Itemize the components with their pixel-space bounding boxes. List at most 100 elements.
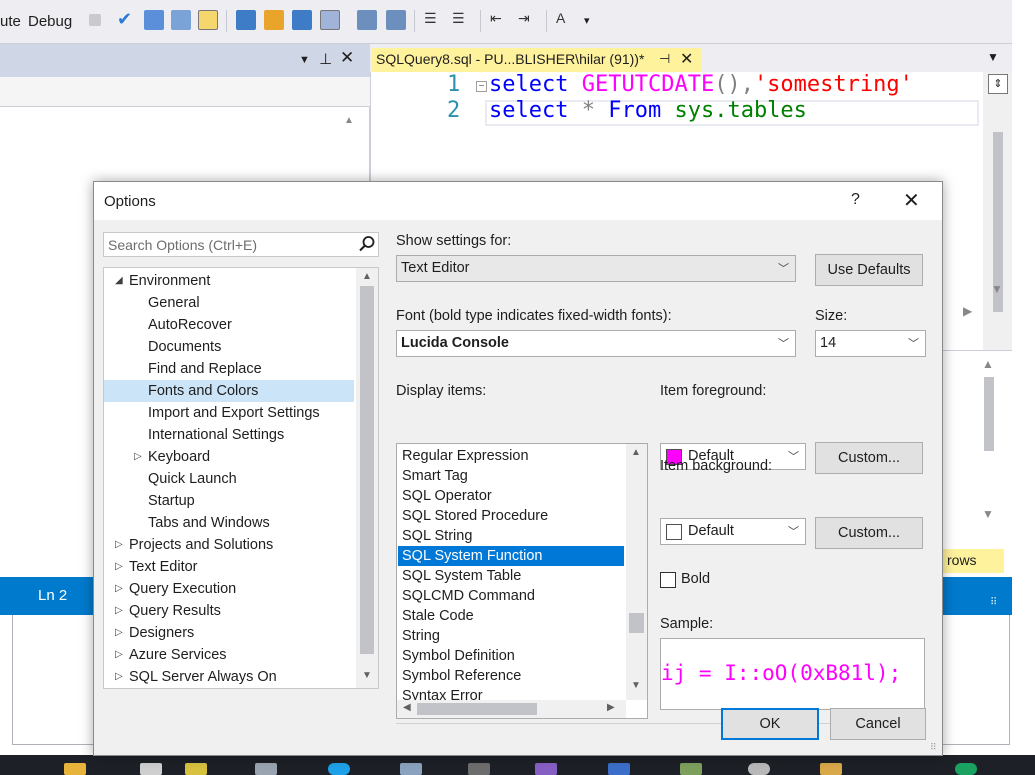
- scroll-up-icon[interactable]: ▲: [362, 271, 372, 282]
- tree-item[interactable]: ▷ Query Results: [104, 600, 354, 622]
- resize-grip-icon[interactable]: ⠿: [990, 597, 997, 608]
- collapsed-arrow-icon[interactable]: ▷: [115, 644, 123, 666]
- scroll-down-icon[interactable]: ▼: [362, 670, 372, 681]
- tree-item[interactable]: Startup: [104, 490, 354, 512]
- collapsed-arrow-icon[interactable]: ▷: [115, 556, 123, 578]
- tab-list-dropdown-icon[interactable]: ▼: [987, 50, 999, 64]
- cancel-button[interactable]: Cancel: [830, 708, 926, 740]
- uncomment-icon[interactable]: ☰: [452, 10, 472, 30]
- tree-item[interactable]: ▷ Projects and Solutions: [104, 534, 354, 556]
- app-icon[interactable]: [820, 763, 842, 775]
- menu-debug[interactable]: Debug: [28, 13, 72, 30]
- tree-item[interactable]: ▷ Text Editor: [104, 556, 354, 578]
- tree-item[interactable]: ▷ SQL Server Always On: [104, 666, 354, 688]
- display-item[interactable]: Smart Tag: [398, 466, 624, 486]
- display-item[interactable]: SQL System Function: [398, 546, 624, 566]
- display-item[interactable]: SQLCMD Command: [398, 586, 624, 606]
- scroll-up-icon[interactable]: ▲: [631, 447, 641, 458]
- query-options-icon[interactable]: [198, 10, 218, 30]
- checkmark-icon[interactable]: ✔: [117, 9, 137, 29]
- search-icon[interactable]: [358, 235, 376, 253]
- display-item[interactable]: String: [398, 626, 624, 646]
- display-items-list[interactable]: Regular Expression Smart Tag SQL Operator S…: [396, 443, 648, 719]
- specify-values-icon[interactable]: A: [556, 10, 576, 30]
- decrease-indent-icon[interactable]: ⇤: [490, 10, 510, 30]
- tree-item[interactable]: Tabs and Windows: [104, 512, 354, 534]
- scroll-left-icon[interactable]: ◀: [403, 702, 411, 713]
- scroll-thumb[interactable]: [984, 377, 994, 451]
- app-icon[interactable]: [255, 763, 277, 775]
- results-to-file-icon[interactable]: [292, 10, 312, 30]
- display-item[interactable]: SQL String: [398, 526, 624, 546]
- foreground-custom-button[interactable]: Custom...: [815, 442, 923, 474]
- scroll-down-icon[interactable]: ▼: [982, 507, 994, 521]
- tree-item[interactable]: ▷ Query Execution: [104, 578, 354, 600]
- font-combo[interactable]: Lucida Console ﹀: [396, 330, 796, 357]
- size-combo[interactable]: 14 ﹀: [815, 330, 926, 357]
- search-input[interactable]: [108, 236, 352, 254]
- scroll-down-icon[interactable]: ▼: [631, 680, 641, 691]
- tree-item[interactable]: Fonts and Colors: [104, 380, 354, 402]
- scroll-down-icon[interactable]: ▼: [991, 282, 1003, 296]
- collapsed-arrow-icon[interactable]: ▷: [115, 666, 123, 688]
- help-button[interactable]: ?: [851, 191, 860, 209]
- expanded-arrow-icon[interactable]: ◢: [115, 270, 123, 292]
- collapsed-arrow-icon[interactable]: ▷: [115, 600, 123, 622]
- collapsed-arrow-icon[interactable]: ▷: [115, 534, 123, 556]
- display-plan-icon[interactable]: [171, 10, 191, 30]
- file-explorer-icon[interactable]: [64, 763, 86, 775]
- scroll-right-icon[interactable]: ▶: [963, 304, 972, 318]
- comment-icon[interactable]: ☰: [424, 10, 444, 30]
- app-icon[interactable]: [608, 763, 630, 775]
- tree-item[interactable]: ▷ Designers: [104, 622, 354, 644]
- display-item[interactable]: SQL Operator: [398, 486, 624, 506]
- resize-grip-icon[interactable]: ⠿: [930, 742, 937, 753]
- tree-item[interactable]: International Settings: [104, 424, 354, 446]
- app-icon[interactable]: [680, 763, 702, 775]
- background-custom-button[interactable]: Custom...: [815, 517, 923, 549]
- editor-scrollbar[interactable]: ⇕ ▼: [983, 72, 1013, 362]
- menu-tools[interactable]: ute: [0, 13, 21, 30]
- scroll-thumb[interactable]: [417, 703, 537, 715]
- tree-scrollbar[interactable]: ▲ ▼: [356, 268, 378, 688]
- results-to-grid-icon[interactable]: [264, 10, 284, 30]
- display-item[interactable]: Regular Expression: [398, 446, 624, 466]
- stop-icon[interactable]: [89, 14, 101, 26]
- tree-item[interactable]: Import and Export Settings: [104, 402, 354, 424]
- terminal-icon[interactable]: [468, 763, 490, 775]
- ok-button[interactable]: OK: [721, 708, 819, 740]
- pin-icon[interactable]: ⊥: [319, 50, 332, 68]
- skype-icon[interactable]: [328, 763, 350, 775]
- use-defaults-button[interactable]: Use Defaults: [815, 254, 923, 286]
- toolbar-overflow-icon[interactable]: ▾: [584, 14, 590, 27]
- bold-checkbox[interactable]: [660, 572, 676, 588]
- list-scrollbar[interactable]: ▲ ▼: [626, 444, 647, 700]
- display-item[interactable]: SQL Stored Procedure: [398, 506, 624, 526]
- split-icon[interactable]: ⇕: [988, 74, 1008, 94]
- visual-studio-icon[interactable]: [535, 763, 557, 775]
- app-icon[interactable]: [955, 763, 977, 775]
- app-icon[interactable]: [185, 763, 207, 775]
- display-item[interactable]: Stale Code: [398, 606, 624, 626]
- item-background-combo[interactable]: Default ﹀: [660, 518, 806, 545]
- display-item[interactable]: SQL System Table: [398, 566, 624, 586]
- scroll-thumb[interactable]: [360, 286, 374, 654]
- scroll-right-icon[interactable]: ▶: [607, 702, 615, 713]
- options-tree[interactable]: ◢ Environment General AutoRecover Documents F…: [103, 267, 379, 689]
- collapsed-arrow-icon[interactable]: ▷: [115, 622, 123, 644]
- scroll-up-icon[interactable]: ▲: [982, 357, 994, 371]
- tab-sqlquery8[interactable]: SQLQuery8.sql - PU...BLISHER\hilar (91))…: [372, 48, 702, 72]
- scroll-up-icon[interactable]: ▲: [344, 115, 354, 126]
- close-icon[interactable]: ✕: [340, 48, 354, 68]
- show-settings-combo[interactable]: Text Editor ﹀: [396, 255, 796, 282]
- panel-menu-icon[interactable]: ▼: [299, 54, 310, 66]
- results-to-text-icon[interactable]: [236, 10, 256, 30]
- increase-indent-icon[interactable]: ⇥: [518, 10, 538, 30]
- close-icon[interactable]: ✕: [903, 188, 920, 213]
- tree-item[interactable]: ◢ Environment: [104, 270, 354, 292]
- tree-item[interactable]: ▷ Keyboard: [104, 446, 354, 468]
- pin-icon[interactable]: ⊣: [659, 51, 670, 67]
- store-icon[interactable]: [140, 763, 162, 775]
- app-icon[interactable]: [748, 763, 770, 775]
- tree-item[interactable]: Documents: [104, 336, 354, 358]
